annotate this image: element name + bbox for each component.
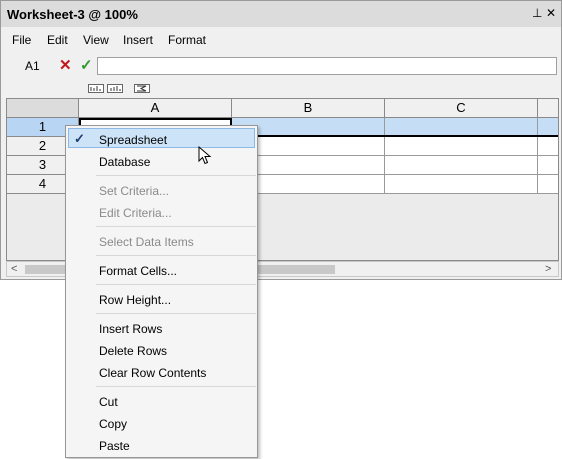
menu-item-spreadsheet[interactable]: Spreadsheet [99, 133, 167, 147]
menu-item-select-data-items: Select Data Items [99, 235, 194, 249]
menu-item-set-criteria: Set Criteria... [99, 184, 170, 198]
checkmark-icon: ✓ [74, 131, 85, 146]
menu-insert[interactable]: Insert [123, 33, 153, 47]
close-icon[interactable]: ✕ [546, 6, 556, 20]
menu-view[interactable]: View [83, 33, 109, 47]
menu-separator [96, 313, 256, 314]
cancel-icon[interactable]: ✕ [59, 56, 72, 74]
cell-d4[interactable] [538, 175, 558, 194]
chart-column-icon[interactable] [107, 84, 123, 93]
menu-edit[interactable]: Edit [47, 33, 68, 47]
menu-separator [96, 284, 256, 285]
cell-d2[interactable] [538, 137, 558, 156]
menu-item-row-height[interactable]: Row Height... [99, 293, 171, 307]
column-header-b[interactable]: B [232, 99, 385, 118]
scroll-right-icon[interactable]: > [545, 263, 551, 275]
menu-file[interactable]: File [12, 33, 31, 47]
formula-input[interactable] [97, 57, 557, 75]
cell-c3[interactable] [385, 156, 538, 175]
window-title: Worksheet-3 @ 100% [7, 7, 138, 22]
select-all-corner[interactable] [7, 99, 79, 118]
cell-c2[interactable] [385, 137, 538, 156]
menu-format[interactable]: Format [168, 33, 206, 47]
formula-bar: A1 ✕ ✓ [1, 53, 561, 81]
menu-item-insert-rows[interactable]: Insert Rows [99, 322, 162, 336]
menu-item-paste[interactable]: Paste [99, 439, 130, 453]
column-header-a[interactable]: A [79, 99, 232, 118]
menu-separator [96, 386, 256, 387]
column-header-c[interactable]: C [385, 99, 538, 118]
accept-icon[interactable]: ✓ [80, 56, 93, 74]
cell-reference[interactable]: A1 [25, 59, 40, 73]
menu-item-copy[interactable]: Copy [99, 417, 127, 431]
column-header-d[interactable] [538, 99, 558, 118]
chart-bar-icon[interactable] [88, 84, 104, 93]
menu-separator [96, 255, 256, 256]
menu-item-edit-criteria: Edit Criteria... [99, 206, 172, 220]
pin-icon[interactable]: ⊥ [532, 6, 542, 20]
sum-icon[interactable] [134, 84, 150, 93]
menu-bar: File Edit View Insert Format [1, 29, 561, 51]
menu-item-format-cells[interactable]: Format Cells... [99, 264, 177, 278]
cell-d3[interactable] [538, 156, 558, 175]
row-context-menu: ✓ Spreadsheet Database Set Criteria... E… [65, 125, 258, 458]
menu-item-delete-rows[interactable]: Delete Rows [99, 344, 167, 358]
menu-item-database[interactable]: Database [99, 155, 150, 169]
menu-separator [96, 175, 256, 176]
cell-c4[interactable] [385, 175, 538, 194]
title-bar[interactable]: Worksheet-3 @ 100% ⊥ ✕ [1, 1, 561, 27]
scroll-left-icon[interactable]: < [11, 263, 17, 275]
mouse-pointer-icon [198, 146, 212, 165]
menu-item-clear-row-contents[interactable]: Clear Row Contents [99, 366, 206, 380]
menu-separator [96, 226, 256, 227]
menu-item-cut[interactable]: Cut [99, 395, 118, 409]
